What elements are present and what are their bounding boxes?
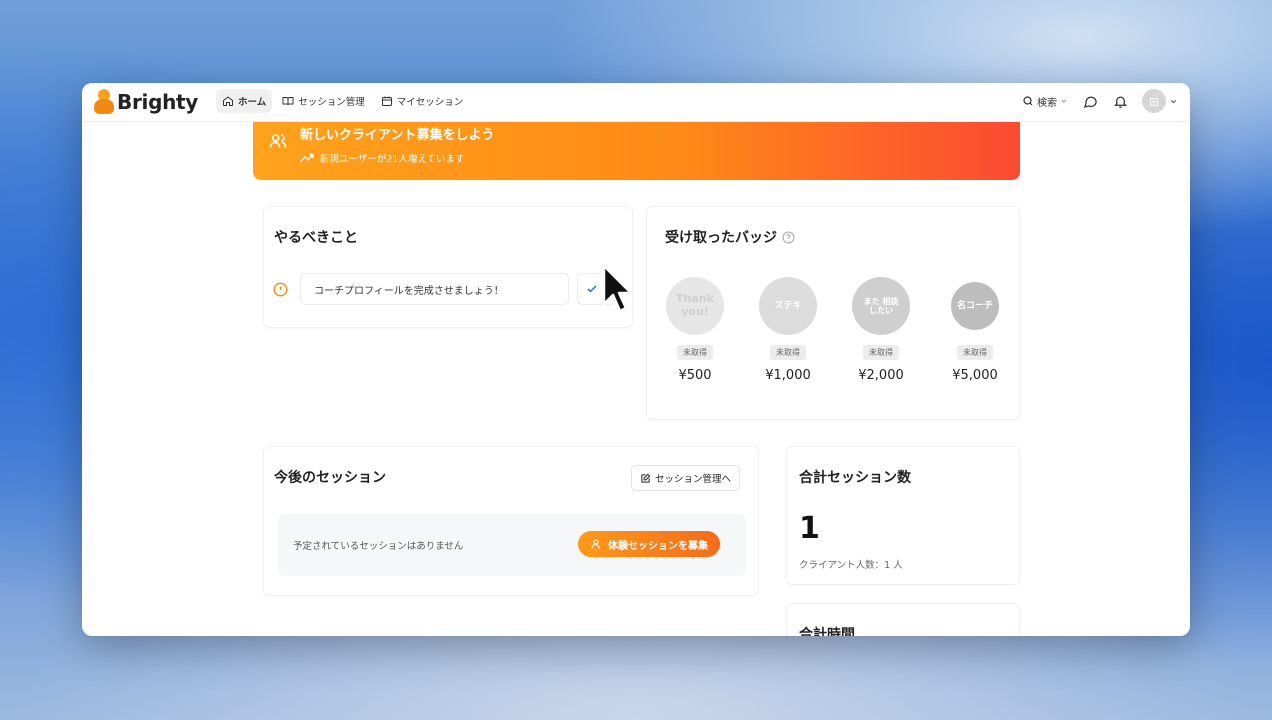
nav-item-session-management[interactable]: セッション管理 xyxy=(276,89,371,113)
badge-thank-you: Thank you! xyxy=(666,277,724,335)
nav-item-my-sessions[interactable]: マイセッション xyxy=(375,89,470,113)
top-navbar: Brighty ホーム セッション管理 マイセッション 検索 田 xyxy=(82,83,1190,122)
main-nav: ホーム セッション管理 マイセッション xyxy=(216,89,469,113)
badges-title: 受け取ったバッジ xyxy=(665,230,777,246)
users-icon xyxy=(269,134,287,148)
badge-status: 未取得 xyxy=(863,345,899,360)
book-icon xyxy=(282,97,294,106)
badge-price: ¥1,000 xyxy=(765,368,811,383)
todo-title: やるべきこと xyxy=(274,230,358,246)
main-content: 新しいクライアント募集をしよう 新規ユーザーが21人増えています やるべきこと … xyxy=(82,122,1190,636)
recruit-label: 体験セッションを募集 xyxy=(608,540,708,552)
nav-label: セッション管理 xyxy=(298,97,365,108)
badge-item[interactable]: ステキ 未取得 ¥1,000 xyxy=(748,277,828,383)
chevron-down-icon xyxy=(1170,99,1177,103)
sessions-title: 今後のセッション xyxy=(274,470,386,486)
alert-circle-icon xyxy=(273,282,288,296)
total-sessions-card: 合計セッション数 1 クライアント人数：1 人 xyxy=(786,446,1020,585)
badge-mata-soudan: また 相談したい xyxy=(852,277,910,335)
banner-subtitle-text: 新規ユーザーが21人増えています xyxy=(320,154,465,165)
badge-status: 未取得 xyxy=(677,345,713,360)
header-tools: 検索 田 xyxy=(1022,89,1178,113)
total-sessions-title: 合計セッション数 xyxy=(799,470,911,486)
badge-status: 未取得 xyxy=(770,345,806,360)
search-button[interactable]: 検索 xyxy=(1022,94,1068,109)
badge-price: ¥500 xyxy=(678,368,712,383)
badges-header: 受け取ったバッジ xyxy=(665,227,795,247)
help-circle-icon[interactable] xyxy=(782,231,795,244)
badge-status: 未取得 xyxy=(957,345,993,360)
todo-item-label[interactable]: コーチプロフィールを完成させましょう！ xyxy=(300,273,569,305)
badge-item[interactable]: Thank you! 未取得 ¥500 xyxy=(655,277,735,383)
calendar-icon xyxy=(381,96,392,106)
banner-title: 新しいクライアント募集をしよう xyxy=(300,128,495,143)
badge-suteki: ステキ xyxy=(759,277,817,335)
upcoming-sessions-card: 今後のセッション セッション管理へ 予定されているセッションはありません 体験セ… xyxy=(263,446,759,596)
empty-sessions-text: 予定されているセッションはありません xyxy=(293,541,464,552)
check-icon xyxy=(587,285,597,293)
badge-mei-coach: 名コーチ xyxy=(951,282,999,330)
badge-item[interactable]: また 相談したい 未取得 ¥2,000 xyxy=(841,277,921,383)
edit-icon xyxy=(641,473,651,483)
todo-card: やるべきこと コーチプロフィールを完成させましょう！ xyxy=(263,206,633,328)
total-sessions-value: 1 xyxy=(799,511,820,546)
empty-sessions-box: 予定されているセッションはありません 体験セッションを募集 xyxy=(278,514,746,576)
badge-price: ¥2,000 xyxy=(858,368,904,383)
session-management-label: セッション管理へ xyxy=(654,474,731,485)
avatar: 田 xyxy=(1142,89,1166,113)
brand-name: Brighty xyxy=(117,90,199,114)
bell-icon xyxy=(1113,96,1127,108)
logo-icon xyxy=(94,89,114,115)
session-management-button[interactable]: セッション管理へ xyxy=(630,465,740,491)
chat-bubble-icon xyxy=(1083,96,1097,108)
badge-item[interactable]: 名コーチ 未取得 ¥5,000 xyxy=(935,277,1015,383)
nav-item-home[interactable]: ホーム xyxy=(216,89,273,113)
home-icon xyxy=(223,96,233,106)
notifications-button[interactable] xyxy=(1112,93,1128,109)
search-icon xyxy=(1023,96,1033,106)
search-label: 検索 xyxy=(1037,97,1057,109)
todo-item: コーチプロフィールを完成させましょう！ xyxy=(273,273,617,305)
banner-subtitle: 新規ユーザーが21人増えています xyxy=(300,151,464,165)
trending-up-icon xyxy=(300,153,314,162)
mouse-cursor-icon xyxy=(602,264,633,313)
app-window: Brighty ホーム セッション管理 マイセッション 検索 田 新しいクライア… xyxy=(82,83,1190,636)
brand-logo[interactable]: Brighty xyxy=(94,87,198,117)
nav-label: マイセッション xyxy=(396,97,464,108)
user-icon xyxy=(591,539,600,549)
badge-list: Thank you! 未取得 ¥500 ステキ 未取得 ¥1,000 また 相談… xyxy=(655,277,1015,407)
total-time-title: 合計時間 xyxy=(799,627,855,636)
badges-card: 受け取ったバッジ Thank you! 未取得 ¥500 ステキ 未取得 ¥1,… xyxy=(646,206,1020,420)
recruit-banner[interactable]: 新しいクライアント募集をしよう 新規ユーザーが21人増えています xyxy=(253,122,1020,180)
total-time-card: 合計時間 xyxy=(786,603,1020,636)
recruit-trial-session-button[interactable]: 体験セッションを募集 xyxy=(578,531,720,557)
nav-label: ホーム xyxy=(238,97,267,108)
chevron-down-icon xyxy=(1061,99,1067,103)
clients-count: クライアント人数：1 人 xyxy=(799,560,903,571)
badge-price: ¥5,000 xyxy=(952,368,998,383)
messages-button[interactable] xyxy=(1082,93,1098,109)
user-menu[interactable]: 田 xyxy=(1142,89,1178,113)
